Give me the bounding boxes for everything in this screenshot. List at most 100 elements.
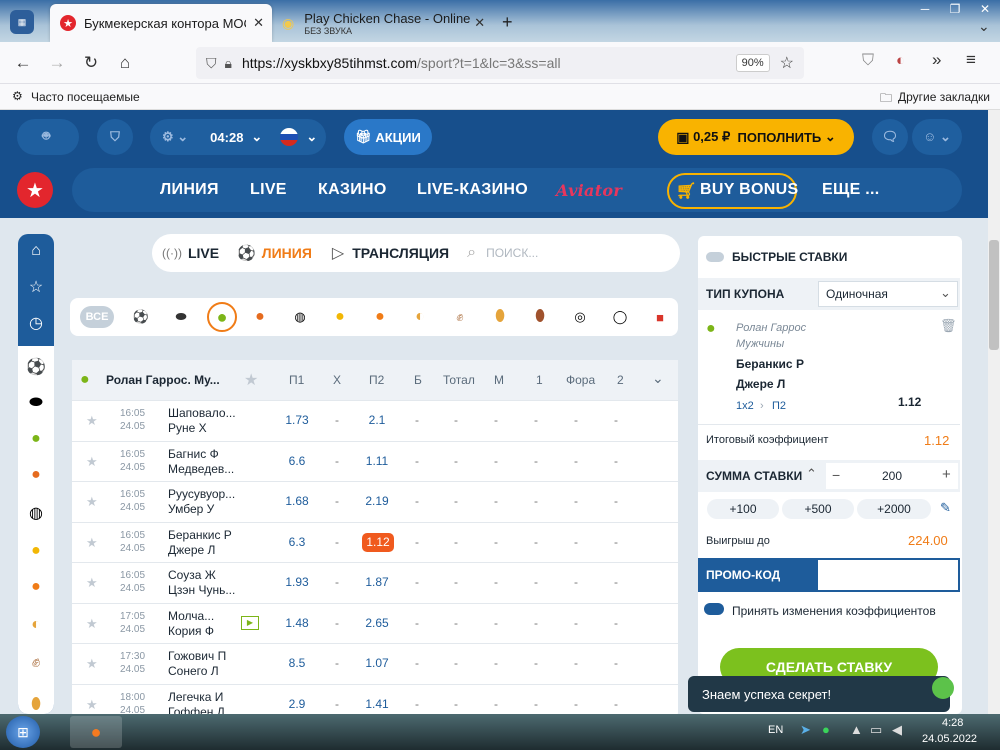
odd-p2[interactable]: 1.87 (357, 575, 397, 589)
tennis-icon[interactable]: ● (207, 302, 237, 332)
odd-dash[interactable]: - (526, 656, 546, 670)
list-tabs-icon[interactable]: ⌄ (978, 18, 990, 35)
odd-dash[interactable]: - (486, 697, 506, 711)
odd-dash[interactable]: - (407, 454, 427, 468)
new-tab-icon[interactable]: + (502, 12, 513, 33)
football-icon[interactable]: ⚽ (129, 305, 153, 329)
profile-button[interactable]: ☺ ⌄ (912, 119, 962, 155)
home-icon[interactable]: ⌂ (18, 236, 54, 266)
odd-p1[interactable]: 6.3 (277, 535, 317, 549)
chevron-down-icon[interactable]: ⌄ (306, 129, 317, 145)
odd-dash[interactable]: - (486, 575, 506, 589)
odd-p1[interactable]: 1.68 (277, 494, 317, 508)
odd-dash[interactable]: - (606, 535, 626, 549)
favorite-star-icon[interactable]: ★ (86, 656, 98, 672)
odd-p2[interactable]: 2.19 (357, 494, 397, 508)
minimize-icon[interactable]: ─ (910, 0, 940, 20)
odd-dash[interactable]: - (566, 616, 586, 630)
hockey-icon[interactable]: ⬬ (18, 388, 54, 418)
promo-code-input[interactable] (818, 560, 958, 590)
bookmark-star-icon[interactable]: ☆ (780, 53, 794, 73)
favorite-star-icon[interactable]: ★ (86, 616, 98, 632)
baseball-icon[interactable]: ◐ (408, 305, 432, 329)
address-bar[interactable]: ⛉ 🔒︎ https://xyskbxy85tihmst.com/sport?t… (196, 47, 804, 79)
baseball-icon[interactable]: ◐ (18, 610, 54, 640)
boxing-icon[interactable]: ✊︎ (18, 648, 54, 678)
timer-icon[interactable]: ◷ (18, 308, 54, 338)
stream-icon[interactable]: ▶ (241, 615, 259, 630)
nav-more[interactable]: ЕЩЕ ... (822, 181, 880, 199)
odd-dash[interactable]: - (606, 494, 626, 508)
odd-dash[interactable]: - (407, 656, 427, 670)
futsal-icon[interactable]: ● (18, 572, 54, 602)
odd-dash[interactable]: - (446, 575, 466, 589)
security-button[interactable]: ⛉ (97, 119, 133, 155)
odd-dash[interactable]: - (526, 616, 546, 630)
odd-dash[interactable]: - (566, 535, 586, 549)
event-teams[interactable]: Молча... Кория Ф (168, 609, 214, 639)
odd-dash[interactable]: - (606, 616, 626, 630)
menu-icon[interactable]: ≡ (966, 50, 976, 70)
mode-stream[interactable]: ТРАНСЛЯЦИЯ (352, 245, 449, 261)
odd-p2[interactable]: 1.11 (357, 454, 397, 468)
american-football-icon[interactable]: ⬮ (528, 305, 552, 329)
nav-live[interactable]: LIVE (250, 181, 287, 199)
futsal-icon[interactable]: ● (368, 305, 392, 329)
odd-dash[interactable]: - (606, 697, 626, 711)
event-teams[interactable]: Руусувуор... Умбер У (168, 487, 235, 517)
deposit-button[interactable]: ▣ 0,25 ₽ ПОПОЛНИТЬ ⌄ (658, 119, 854, 155)
firefox-icon[interactable]: ● (70, 716, 122, 748)
bookmark-most-visited[interactable]: Часто посещаемые (31, 90, 140, 104)
odd-x[interactable]: - (327, 454, 347, 468)
odd-dash[interactable]: - (526, 494, 546, 508)
handball-icon[interactable]: ● (328, 305, 352, 329)
accept-changes-toggle[interactable] (704, 603, 724, 615)
nav-live-casino[interactable]: LIVE-КАЗИНО (417, 181, 528, 199)
bookmark-other[interactable]: Другие закладки (898, 90, 990, 104)
odd-dash[interactable]: - (526, 535, 546, 549)
odd-dash[interactable]: - (566, 413, 586, 427)
lock-icon[interactable]: 🔒︎ (225, 55, 232, 72)
zoom-level[interactable]: 90% (735, 54, 770, 72)
tab-overview-icon[interactable]: ▦ (10, 10, 34, 34)
odd-dash[interactable]: - (566, 575, 586, 589)
quick-100[interactable]: +100 (707, 499, 779, 519)
event-teams[interactable]: Беранкис Р Джере Л (168, 528, 232, 558)
odd-dash[interactable]: - (526, 697, 546, 711)
tennis-icon[interactable]: ● (18, 424, 54, 454)
search-input[interactable]: ПОИСК... (486, 246, 538, 260)
maximize-icon[interactable]: ❐ (940, 0, 970, 20)
logo-star-icon[interactable]: ★ (17, 172, 53, 208)
odd-p1[interactable]: 6.6 (277, 454, 317, 468)
softball-icon[interactable]: ◎ (568, 305, 592, 329)
odd-p1[interactable]: 1.48 (277, 616, 317, 630)
rugby-icon[interactable]: ⬮ (488, 305, 512, 329)
odd-x[interactable]: - (327, 535, 347, 549)
favorite-star-icon[interactable]: ★ (86, 697, 98, 713)
mode-line[interactable]: ЛИНИЯ (262, 245, 312, 261)
odd-x[interactable]: - (327, 494, 347, 508)
gear-icon[interactable]: ⚙ ⌄ (162, 129, 188, 145)
odd-dash[interactable]: - (446, 697, 466, 711)
handball-icon[interactable]: ● (18, 536, 54, 566)
promo-button[interactable]: 🎁︎ АКЦИИ (344, 119, 432, 155)
odd-x[interactable]: - (327, 616, 347, 630)
trash-icon[interactable]: 🗑︎ (940, 318, 957, 334)
overflow-icon[interactable]: » (932, 50, 941, 70)
chevron-up-icon[interactable]: ⌃ (806, 466, 817, 482)
odd-dash[interactable]: - (407, 616, 427, 630)
forward-icon[interactable]: → (40, 53, 74, 73)
tab-chicken-chase[interactable]: ◉ Play Chicken Chase - Online Slo... БЕЗ… (272, 4, 490, 42)
reload-icon[interactable]: ↻ (74, 53, 108, 73)
lang-indicator[interactable]: EN (768, 724, 783, 736)
odd-dash[interactable]: - (446, 656, 466, 670)
odd-dash[interactable]: - (486, 494, 506, 508)
odd-dash[interactable]: - (446, 413, 466, 427)
odd-p1[interactable]: 1.93 (277, 575, 317, 589)
odd-dash[interactable]: - (446, 494, 466, 508)
back-icon[interactable]: ← (6, 53, 40, 73)
odd-dash[interactable]: - (526, 575, 546, 589)
odd-dash[interactable]: - (566, 656, 586, 670)
odd-x[interactable]: - (327, 413, 347, 427)
odd-dash[interactable]: - (446, 616, 466, 630)
